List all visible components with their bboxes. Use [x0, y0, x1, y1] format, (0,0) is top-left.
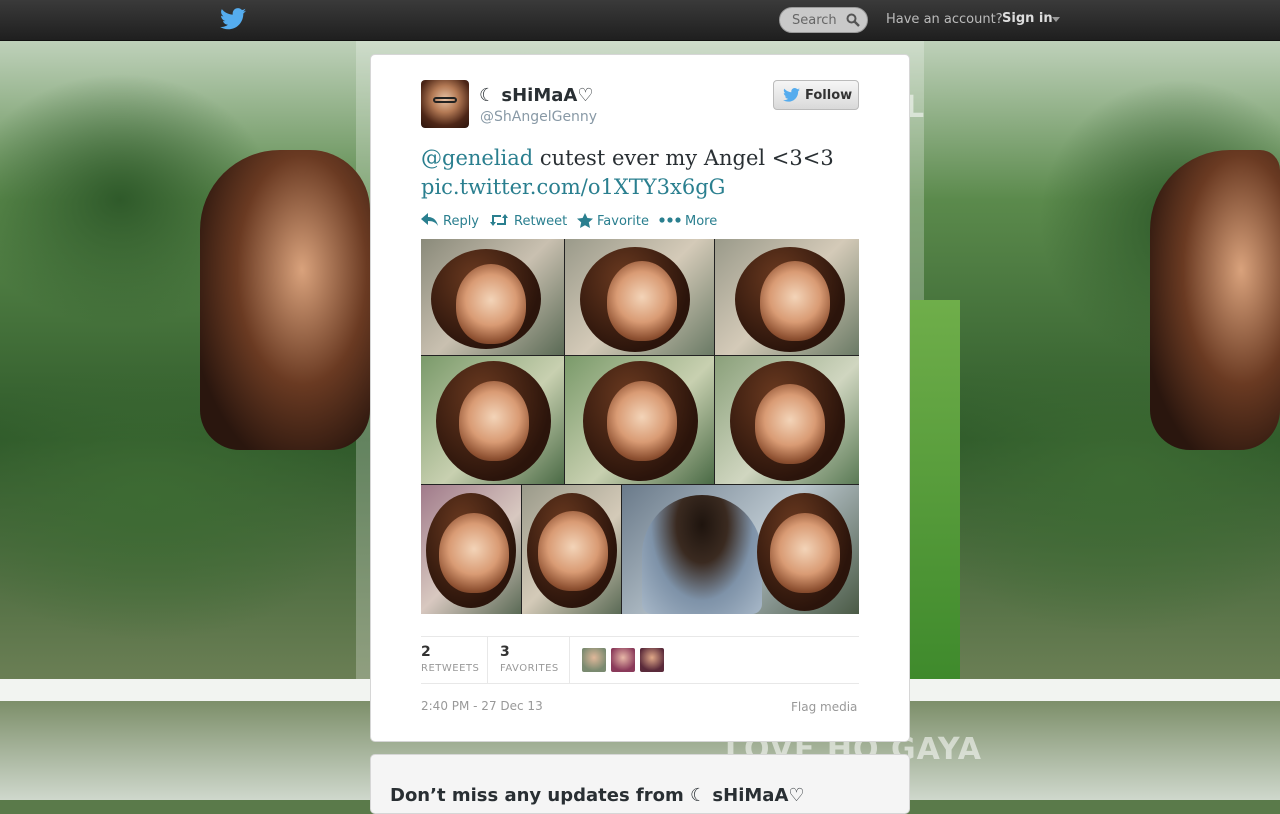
- avatar-glasses: [433, 97, 457, 103]
- favorites-count: 3: [500, 644, 510, 660]
- twitter-bird-icon: [783, 88, 800, 102]
- search-placeholder: Search: [792, 13, 837, 28]
- favoriter-avatar[interactable]: [611, 648, 635, 672]
- favorites-stat[interactable]: 3 FAVORITES: [500, 637, 568, 683]
- retweet-icon: [490, 214, 508, 226]
- collage-face: [607, 381, 677, 461]
- collage-tile: [522, 485, 621, 614]
- collage-tile: [622, 485, 859, 614]
- favorite-label: Favorite: [597, 214, 649, 229]
- signup-prompt-message: Don’t miss any updates from ☾ sHiMaA♡: [390, 785, 805, 806]
- collage-face: [755, 384, 825, 464]
- chevron-down-icon[interactable]: [1052, 17, 1060, 22]
- mention-link[interactable]: @geneliad: [421, 146, 533, 170]
- tweet-media-image[interactable]: [421, 239, 859, 614]
- stats-divider: [487, 637, 488, 683]
- tweet-body-text: cutest ever my Angel <3<3: [533, 146, 834, 170]
- sign-in-link[interactable]: Sign in: [1002, 11, 1053, 26]
- tweet-card: ☾ sHiMaA♡ @ShAngelGenny Follow @geneliad…: [370, 54, 910, 742]
- collage-face: [538, 511, 608, 591]
- signup-prompt-card: Don’t miss any updates from ☾ sHiMaA♡: [370, 754, 910, 814]
- collage-face: [760, 261, 830, 341]
- retweet-label: Retweet: [514, 214, 568, 229]
- retweets-stat[interactable]: 2 RETWEETS: [421, 637, 487, 683]
- tweet-timestamp[interactable]: 2:40 PM - 27 Dec 13: [421, 699, 543, 713]
- more-label: More: [685, 214, 718, 229]
- collage-man: [642, 495, 762, 614]
- collage-face: [770, 513, 840, 593]
- have-account-text: Have an account?: [886, 12, 1003, 27]
- collage-tile: [565, 356, 714, 484]
- flag-media-link[interactable]: Flag media: [791, 700, 857, 714]
- tweet-text: @geneliad cutest ever my Angel <3<3 pic.t…: [421, 144, 861, 202]
- user-handle[interactable]: @ShAngelGenny: [480, 109, 597, 125]
- twitter-bird-icon[interactable]: [220, 8, 246, 30]
- collage-tile: [421, 485, 521, 614]
- retweets-count: 2: [421, 644, 431, 660]
- tweet-stats: 2 RETWEETS 3 FAVORITES: [421, 636, 859, 684]
- collage-tile: [565, 239, 714, 355]
- search-input[interactable]: Search: [779, 7, 868, 33]
- collage-face: [459, 381, 529, 461]
- user-fullname[interactable]: ☾ sHiMaA♡: [479, 85, 593, 106]
- favoriter-avatar[interactable]: [640, 648, 664, 672]
- search-icon[interactable]: [846, 13, 860, 27]
- top-navigation-bar: Search Have an account? Sign in: [0, 0, 1280, 41]
- background-photo-left: [200, 150, 370, 450]
- media-link[interactable]: pic.twitter.com/o1XTY3x6gG: [421, 175, 725, 199]
- favoriter-avatar[interactable]: [582, 648, 606, 672]
- collage-tile: [715, 356, 859, 484]
- follow-button-label: Follow: [805, 88, 853, 103]
- collage-face: [439, 513, 509, 593]
- collage-tile: [421, 356, 564, 484]
- retweets-label: RETWEETS: [421, 663, 480, 674]
- background-photo-right: [1150, 150, 1280, 450]
- collage-tile: [715, 239, 859, 355]
- collage-face: [607, 261, 677, 341]
- collage-tile: [421, 239, 564, 355]
- more-dots-icon: [659, 217, 681, 223]
- follow-button[interactable]: Follow: [773, 80, 859, 110]
- reply-label: Reply: [443, 214, 480, 229]
- favorites-label: FAVORITES: [500, 663, 559, 674]
- reply-icon: [421, 213, 438, 226]
- avatar[interactable]: [421, 80, 469, 128]
- star-icon: [577, 213, 593, 228]
- background-field: [910, 300, 960, 679]
- stats-divider: [569, 637, 570, 683]
- collage-face: [456, 264, 526, 344]
